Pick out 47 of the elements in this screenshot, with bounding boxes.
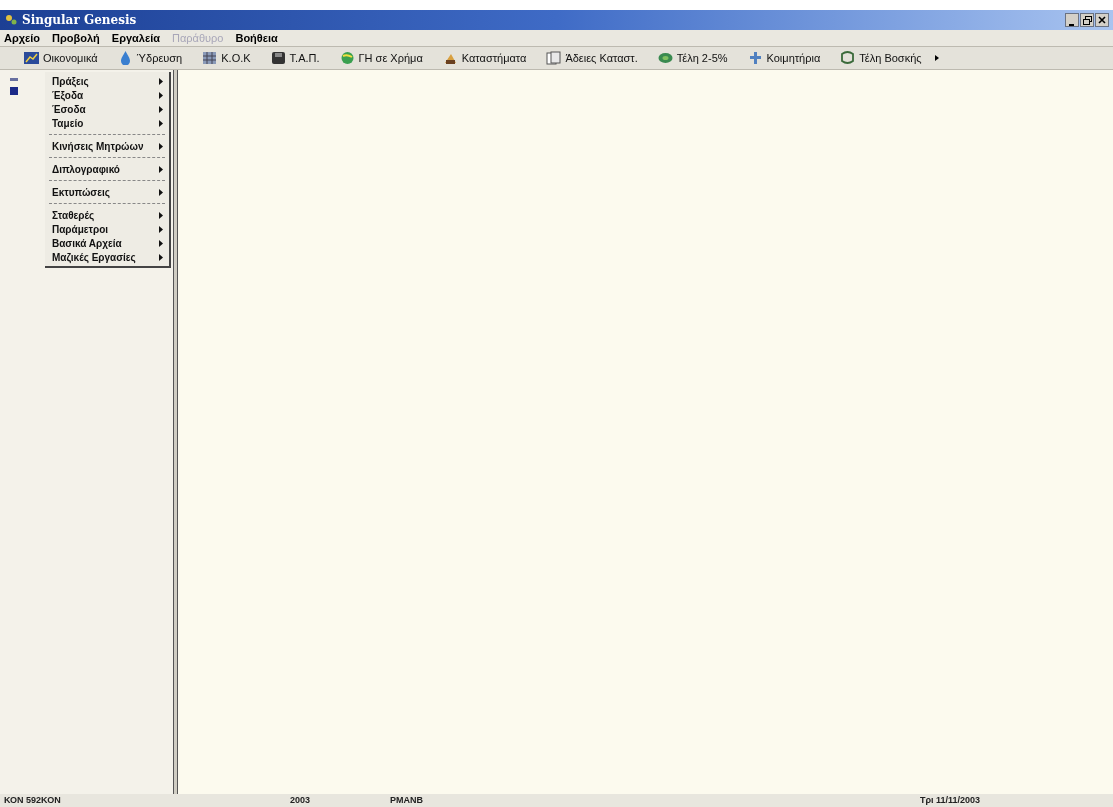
- submenu-arrow-icon: [159, 142, 163, 150]
- menu-item[interactable]: Βοήθεια: [235, 29, 278, 47]
- submenu-item[interactable]: Έξοδα: [45, 88, 169, 102]
- restore-button[interactable]: [1080, 13, 1094, 27]
- close-icon: [1098, 16, 1106, 24]
- menu-item[interactable]: Προβολή: [52, 29, 100, 47]
- grid-icon: [202, 51, 218, 65]
- toolbar-button[interactable]: Καταστήματα: [442, 49, 535, 67]
- submenu-item[interactable]: Παράμετροι: [45, 222, 169, 236]
- toolbar-button[interactable]: Άδειες Καταστ.: [546, 49, 646, 67]
- submenu-item[interactable]: Μαζικές Εργασίες: [45, 250, 169, 264]
- close-button[interactable]: [1095, 13, 1109, 27]
- submenu-item[interactable]: Διπλογραφικό: [45, 162, 169, 176]
- status-text: 2003: [290, 793, 312, 807]
- toolbar-button[interactable]: Ύδρευση: [117, 49, 191, 67]
- submenu-arrow-icon: [159, 165, 163, 173]
- toolbar-button[interactable]: Τέλη 2-5%: [657, 49, 736, 67]
- minimize-button[interactable]: [1065, 13, 1079, 27]
- toolbar-button[interactable]: Οικονομικά: [24, 49, 106, 67]
- document-icon: [546, 51, 562, 65]
- globe-icon: [339, 51, 355, 65]
- splitter-bar[interactable]: [173, 70, 178, 794]
- status-text: ΚΟΝ 592ΚΟΝ: [3, 793, 62, 807]
- app-icon: [4, 13, 18, 27]
- toolbar-button[interactable]: ΓΗ σε Χρήμα: [339, 49, 431, 67]
- status-text: Τρι 11/11/2003: [920, 793, 982, 807]
- menu-item[interactable]: Εργαλεία: [111, 29, 160, 47]
- toolbar-button[interactable]: Τέλη Βοσκής: [840, 49, 930, 67]
- submenu-item[interactable]: Βασικά Αρχεία: [45, 236, 169, 250]
- toolbar-button[interactable]: Τ.Α.Π.: [270, 49, 328, 67]
- submenu-item[interactable]: Ταμείο: [45, 116, 169, 130]
- submenu-item[interactable]: Κινήσεις Μητρώων: [45, 139, 169, 153]
- submenu-item[interactable]: Έσοδα: [45, 102, 169, 116]
- submenu-item[interactable]: Σταθερές: [45, 208, 169, 222]
- restore-icon: [1082, 15, 1092, 25]
- submenu-arrow-icon: [159, 188, 163, 196]
- toolbar-button[interactable]: Κ.Ο.Κ: [202, 49, 259, 67]
- cross-icon: [747, 51, 763, 65]
- leaf-icon: [657, 51, 673, 65]
- status-text: PMANB: [390, 793, 424, 807]
- submenu-item[interactable]: Πράξεις: [45, 74, 169, 88]
- toolbar-overflow-chevron-icon[interactable]: [933, 54, 940, 62]
- window-title: Singular Genesis: [22, 12, 137, 29]
- submenu-item[interactable]: Εκτυπώσεις: [45, 185, 169, 199]
- menu-item[interactable]: Αρχείο: [4, 29, 41, 47]
- toolbar-button[interactable]: Κοιμητήρια: [747, 49, 829, 67]
- chart-icon: [24, 51, 39, 65]
